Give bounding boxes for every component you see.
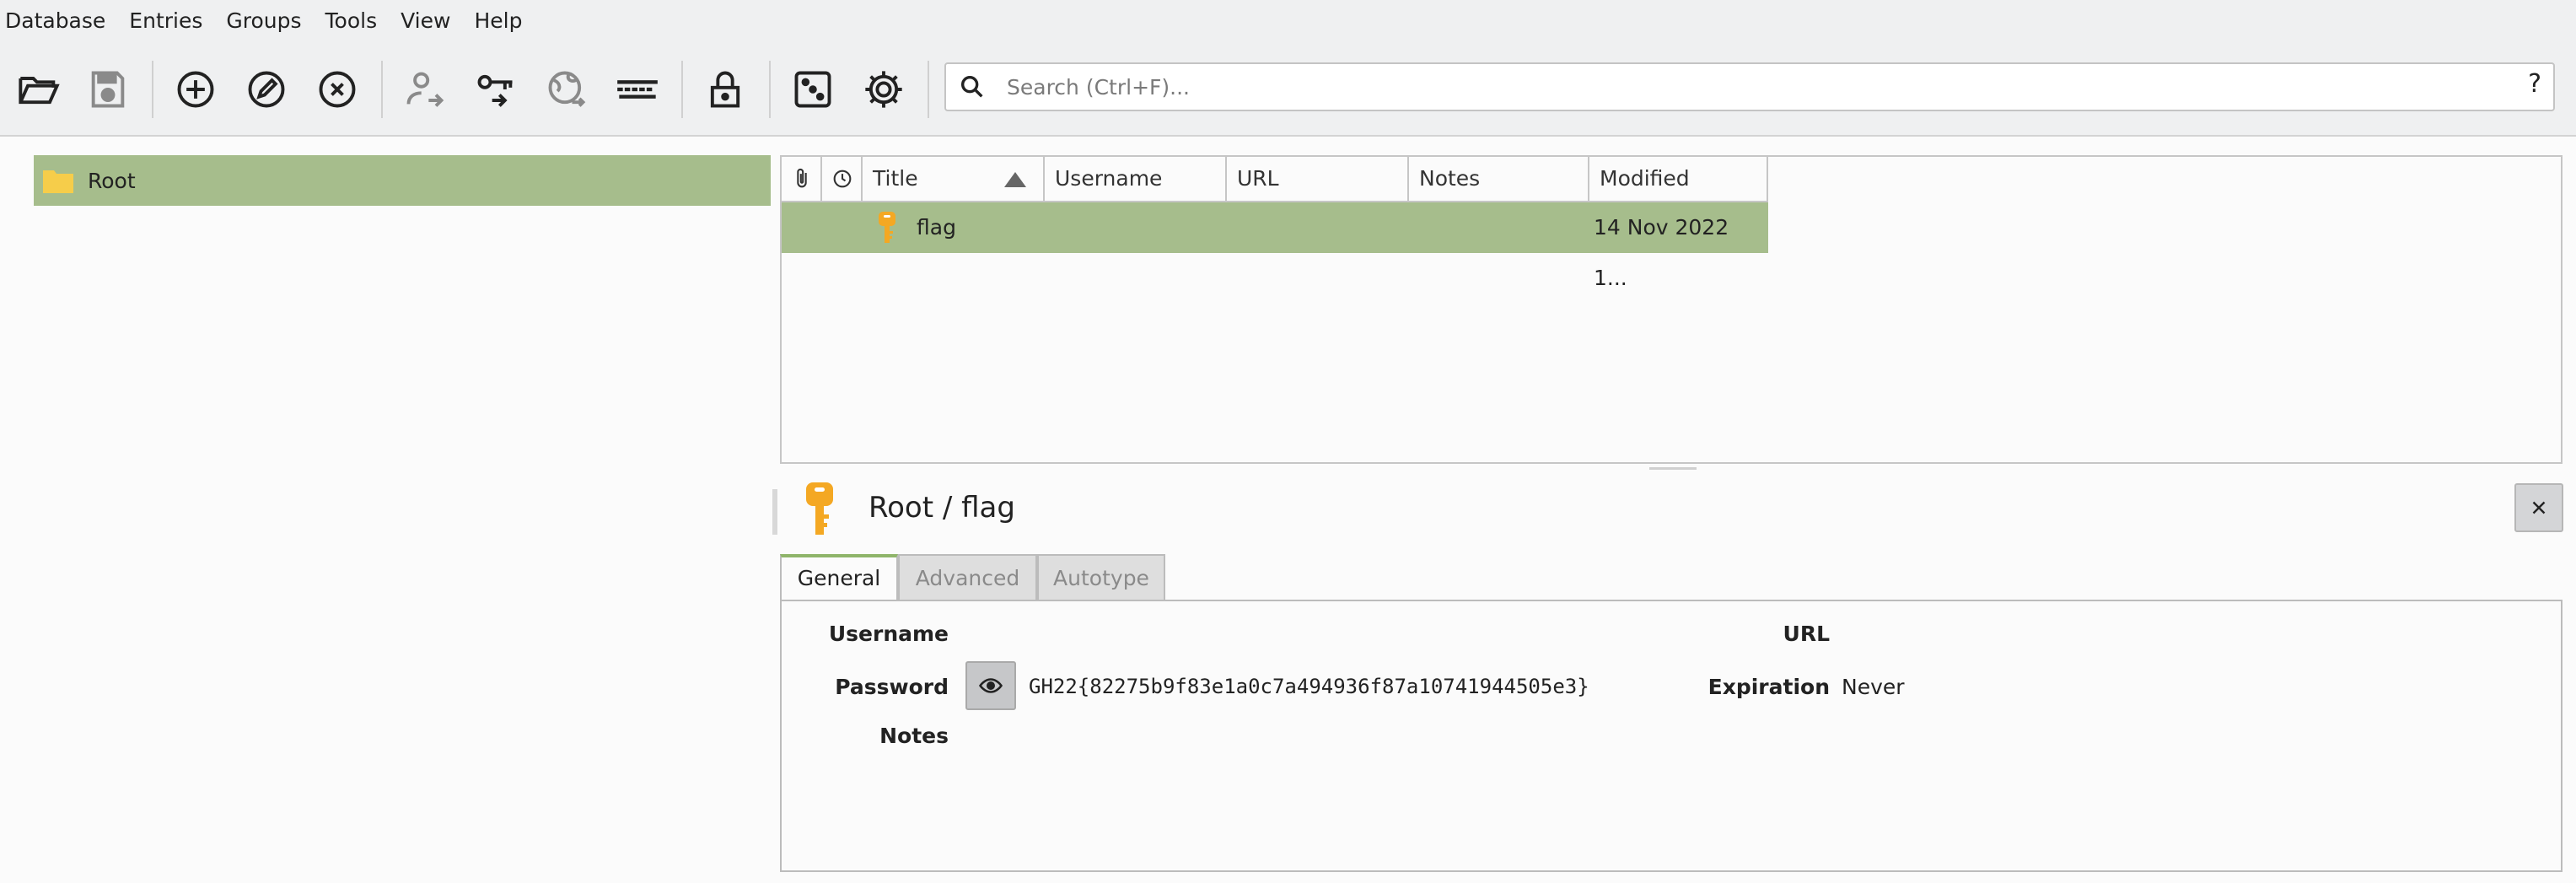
toolbar: ?	[0, 44, 2576, 137]
copy-url-icon[interactable]	[541, 64, 592, 115]
column-title-label: Title	[873, 166, 918, 191]
tab-advanced[interactable]: Advanced	[898, 554, 1037, 601]
url-label: URL	[1783, 622, 1830, 646]
search-icon	[960, 75, 983, 98]
menu-help[interactable]: Help	[462, 0, 534, 44]
entry-title: flag	[917, 215, 956, 240]
toggle-password-button[interactable]	[965, 661, 1016, 710]
add-entry-icon[interactable]	[170, 64, 221, 115]
toolbar-separator	[928, 61, 929, 118]
password-label: Password	[835, 675, 949, 699]
username-label: Username	[828, 622, 949, 646]
copy-username-icon[interactable]	[400, 64, 450, 115]
password-generator-icon[interactable]	[788, 64, 838, 115]
entry-table: Title Username URL Notes Modified flag 1…	[780, 155, 2563, 464]
column-attachment[interactable]	[782, 157, 822, 202]
open-database-icon[interactable]	[13, 64, 64, 115]
toolbar-separator	[381, 61, 383, 118]
sort-ascending-icon	[1004, 172, 1026, 187]
settings-icon[interactable]	[858, 64, 909, 115]
expiration-label: Expiration	[1707, 675, 1830, 699]
toolbar-separator	[681, 61, 683, 118]
menu-entries[interactable]: Entries	[117, 0, 214, 44]
toolbar-separator	[152, 61, 153, 118]
table-header: Title Username URL Notes Modified	[782, 157, 1768, 202]
menu-groups[interactable]: Groups	[214, 0, 313, 44]
folder-icon	[43, 170, 73, 193]
group-label: Root	[88, 168, 136, 193]
splitter-handle[interactable]	[1649, 467, 1697, 470]
eye-icon	[978, 678, 1003, 693]
password-value[interactable]: GH22{82275b9f83e1a0c7a494936f87a10741944…	[1029, 675, 1589, 698]
group-root[interactable]: Root	[34, 155, 771, 206]
menu-database[interactable]: Database	[0, 0, 117, 44]
menu-view[interactable]: View	[389, 0, 462, 44]
search-input[interactable]	[1005, 69, 2489, 105]
copy-password-icon[interactable]	[471, 64, 521, 115]
entry-detail-title: Root / flag	[869, 491, 1015, 525]
key-icon	[806, 482, 833, 535]
column-title[interactable]: Title	[863, 157, 1045, 202]
expiration-value: Never	[1842, 675, 1905, 699]
search-box: ?	[944, 62, 2555, 111]
autotype-icon[interactable]	[612, 64, 663, 115]
tab-general[interactable]: General	[780, 554, 898, 601]
close-detail-button[interactable]	[2514, 483, 2563, 532]
notes-label: Notes	[879, 724, 949, 748]
column-username[interactable]: Username	[1045, 157, 1227, 202]
save-database-icon[interactable]	[83, 64, 133, 115]
search-help-button[interactable]: ?	[2528, 69, 2541, 99]
tab-autotype[interactable]: Autotype	[1037, 554, 1165, 601]
key-icon	[879, 212, 895, 243]
entry-modified: 14 Nov 2022 1...	[1594, 215, 1729, 290]
edit-entry-icon[interactable]	[241, 64, 292, 115]
clock-icon	[833, 170, 852, 188]
menu-bar: Database Entries Groups Tools View Help	[0, 0, 2576, 44]
close-icon	[2532, 501, 2546, 514]
toolbar-separator	[769, 61, 771, 118]
table-row[interactable]: flag 14 Nov 2022 1...	[782, 202, 1768, 290]
column-notes[interactable]: Notes	[1409, 157, 1589, 202]
column-expires[interactable]	[822, 157, 863, 202]
column-url[interactable]: URL	[1227, 157, 1409, 202]
delete-entry-icon[interactable]	[312, 64, 363, 115]
column-modified[interactable]: Modified	[1589, 157, 1768, 202]
lock-database-icon[interactable]	[700, 64, 750, 115]
detail-divider	[772, 489, 777, 535]
menu-tools[interactable]: Tools	[314, 0, 390, 44]
paperclip-icon	[797, 168, 807, 188]
